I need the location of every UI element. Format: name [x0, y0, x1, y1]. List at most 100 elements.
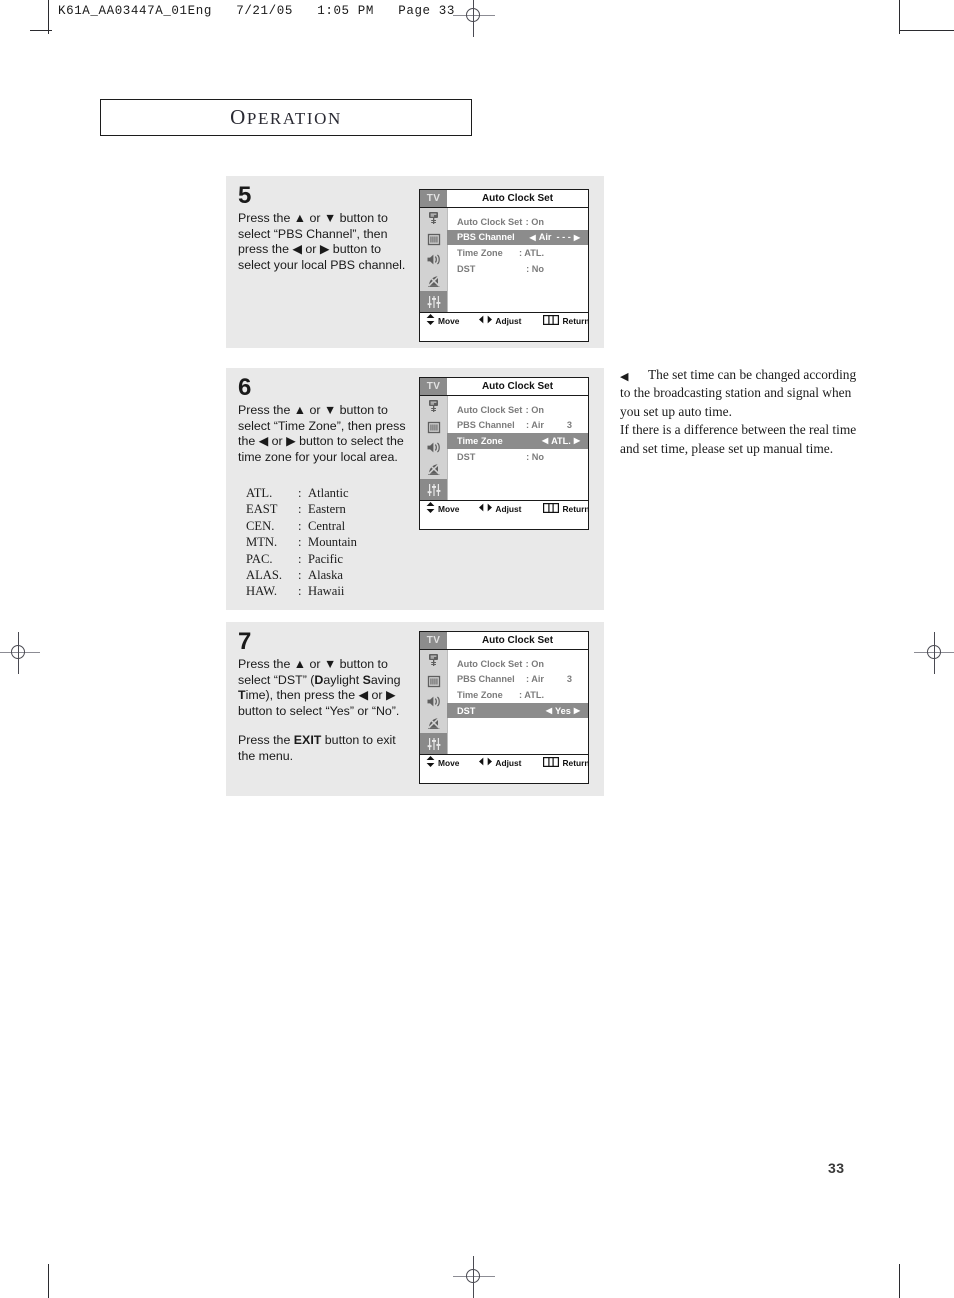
section-title-box: OPERATION [100, 99, 472, 136]
timezone-row: EAST: Eastern [246, 501, 357, 517]
osd-value-text: ATL. [551, 435, 571, 446]
osd-option-row[interactable]: PBS Channel: Air 3 [447, 418, 588, 434]
registration-mark-left-middle [0, 632, 40, 674]
timezone-row: HAW.: Hawaii [246, 583, 357, 599]
adjust-hint-label: Adjust [495, 503, 522, 514]
osd-option-label: Auto Clock Set [457, 404, 523, 415]
osd-option-label: Time Zone [457, 435, 503, 446]
osd-increase-arrow-icon[interactable]: ▶ [574, 233, 580, 242]
osd-rail-setup-sliders-icon[interactable] [420, 733, 447, 754]
osd-rail-speaker-icon[interactable] [420, 438, 447, 459]
menu-button-icon [543, 502, 560, 515]
osd-option-label: Auto Clock Set [457, 658, 523, 669]
osd-rail-setup-sliders-icon[interactable] [420, 291, 447, 312]
step-7-bold-t: T [238, 688, 246, 703]
return-hint: Return [543, 756, 589, 769]
osd-value-text: Yes [555, 705, 571, 716]
return-hint: Return [543, 314, 590, 327]
move-hint-label: Move [438, 315, 460, 326]
adjust-hint: Adjust [479, 503, 521, 514]
osd-channel-number: 3 [566, 674, 572, 685]
osd-option-value: ◀ Yes ▶ [546, 706, 580, 716]
osd-option-value: ◀ Air - - - ▶ [530, 232, 580, 242]
osd-option-list: Auto Clock Set: On PBS Channel: Air 3 Time … [447, 402, 588, 464]
step-6-paragraph: Press the ▲ or ▼ button to select “Time … [238, 403, 406, 464]
osd-rail-antenna-icon[interactable] [420, 208, 447, 229]
osd-option-value: : No [526, 263, 544, 274]
registration-mark-top-center [453, 0, 495, 37]
osd-value-text: Air - - - [538, 232, 571, 243]
osd-rail-caption-off-icon[interactable] [420, 458, 447, 479]
osd-option-list: Auto Clock Set: On PBS Channel: Air 3 Time … [447, 656, 588, 719]
left-right-arrows-icon [479, 315, 493, 326]
timezone-name: Alaska [308, 568, 343, 583]
crop-rule-bottom-right-vertical [899, 1264, 901, 1298]
osd-option-row[interactable]: Auto Clock Set: On [447, 214, 588, 230]
timezone-name: Mountain [308, 535, 357, 550]
return-hint-label: Return [562, 503, 590, 514]
osd-body: Auto Clock Set: On PBS Channel: Air 3 Time … [420, 396, 588, 500]
osd-rail-caption-off-icon[interactable] [420, 270, 447, 291]
osd-rail-picture-icon[interactable] [420, 671, 447, 692]
timezone-abbreviation-list: ATL.: Atlantic EAST: Eastern CEN.: Central MTN… [246, 485, 357, 600]
registration-mark-bottom-center [453, 1256, 495, 1298]
osd-rail-picture-icon[interactable] [420, 417, 447, 438]
osd-option-row[interactable]: DST: No [447, 449, 588, 465]
step-number-5: 5 [238, 182, 251, 209]
osd-rail-caption-off-icon[interactable] [420, 712, 447, 733]
return-hint-label: Return [562, 315, 590, 326]
crop-rule-left-vertical [48, 0, 50, 34]
timezone-name: Atlantic [308, 486, 349, 500]
menu-button-icon [543, 756, 560, 769]
osd-source-tag: TV [420, 632, 447, 649]
osd-option-row[interactable]: Auto Clock Set: On [447, 656, 588, 672]
osd-option-row[interactable]: PBS Channel ◀ Air - - - ▶ [447, 229, 588, 246]
osd-rail-antenna-icon[interactable] [420, 396, 447, 417]
step-7-bold-s: S [362, 672, 371, 687]
timezone-separator: : [298, 535, 302, 550]
osd-option-label: DST [457, 451, 476, 462]
print-file-header: K61A_AA03447A_01Eng 7/21/05 1:05 PM Page… [58, 4, 455, 18]
note-paragraph-1: The set time can be changed according to… [620, 367, 857, 419]
timezone-abbr: EAST [246, 502, 278, 517]
timezone-abbr: PAC. [246, 551, 273, 566]
timezone-separator: : [298, 502, 302, 517]
osd-option-row[interactable]: Time Zone: ATL. [447, 687, 588, 703]
return-hint: Return [543, 502, 590, 515]
osd-source-tag: TV [420, 190, 447, 207]
osd-option-value: : ATL. [519, 689, 544, 700]
adjust-hint: Adjust [479, 315, 521, 326]
osd-rail-antenna-icon[interactable] [420, 650, 447, 671]
osd-option-row[interactable]: DST ◀ Yes ▶ [447, 702, 588, 719]
osd-option-row[interactable]: Auto Clock Set: On [447, 402, 588, 418]
osd-option-label: PBS Channel [457, 232, 515, 243]
timezone-abbr: CEN. [246, 518, 275, 533]
step-7-text-e: ime), then press the ◀ or ▶ button to se… [238, 688, 400, 718]
osd-category-rail [420, 650, 448, 754]
osd-option-value: : ATL. [519, 247, 544, 258]
osd-option-row[interactable]: Time Zone ◀ ATL. ▶ [447, 433, 588, 449]
osd-title-bar: TV Auto Clock Set [420, 190, 588, 208]
osd-rail-speaker-icon[interactable] [420, 692, 447, 713]
osd-option-row[interactable]: Time Zone: ATL. [447, 245, 588, 261]
osd-title-bar: TV Auto Clock Set [420, 378, 588, 396]
step-7-bold-exit: EXIT [293, 733, 322, 748]
osd-rail-speaker-icon[interactable] [420, 250, 447, 271]
osd-option-label: DST [457, 263, 476, 274]
osd-option-value: : Air [525, 420, 544, 431]
timezone-row: ALAS.: Alaska [246, 567, 357, 583]
osd-rail-picture-icon[interactable] [420, 229, 447, 250]
osd-option-row[interactable]: DST : No [447, 261, 588, 277]
osd-category-rail [420, 396, 448, 500]
osd-increase-arrow-icon[interactable]: ▶ [574, 436, 580, 445]
osd-body: Auto Clock Set: On PBS Channel: Air 3 Time … [420, 650, 588, 754]
osd-rail-setup-sliders-icon[interactable] [420, 479, 447, 500]
osd-increase-arrow-icon[interactable]: ▶ [574, 706, 580, 715]
left-right-arrows-icon [479, 503, 493, 514]
timezone-row: ATL.: Atlantic [246, 485, 357, 501]
osd-hint-bar: Move Adjust Return [420, 312, 590, 328]
osd-screen-time-zone: TV Auto Clock Set Auto Clock Set: On PBS Ch… [419, 377, 589, 530]
osd-option-row[interactable]: PBS Channel: Air 3 [447, 672, 588, 688]
step-number-6: 6 [238, 374, 251, 401]
timezone-abbr: HAW. [246, 584, 278, 599]
